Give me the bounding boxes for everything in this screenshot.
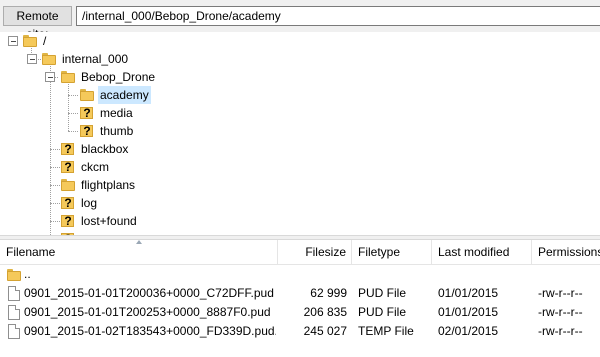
file-icon bbox=[8, 305, 20, 320]
filename-cell: 0901_2015-01-02T183543+0000_FD339D.pud.t… bbox=[24, 324, 276, 338]
collapse-root-icon[interactable] bbox=[8, 36, 18, 46]
tree-item-label: log bbox=[81, 196, 98, 210]
permissions-cell: -rw-r--r-- bbox=[538, 286, 583, 300]
filename-cell: .. bbox=[24, 267, 31, 281]
tree-connector bbox=[50, 149, 60, 150]
tree-item-label: blackbox bbox=[81, 142, 129, 156]
column-header-last-modified[interactable]: Last modified bbox=[432, 240, 532, 264]
tree-connector bbox=[68, 113, 78, 114]
tree-item-label: lost+found bbox=[81, 214, 137, 228]
tree-item-label: academy bbox=[98, 86, 151, 104]
column-header-permissions[interactable]: Permissions bbox=[532, 240, 600, 264]
tree-item-label: flightplans bbox=[81, 178, 136, 192]
folder-icon bbox=[60, 178, 76, 192]
unknown-folder-icon: ? bbox=[60, 214, 76, 228]
modified-cell: 01/01/2015 bbox=[438, 305, 499, 319]
sort-ascending-icon bbox=[136, 240, 142, 244]
column-header-filesize[interactable]: Filesize bbox=[278, 240, 352, 264]
permissions-cell: -rw-r--r-- bbox=[538, 324, 583, 338]
folder-icon bbox=[60, 70, 76, 84]
tree-item-label: Bebop_Drone bbox=[81, 70, 156, 84]
file-list-header: Filename Filesize Filetype Last modified… bbox=[0, 240, 600, 265]
modified-cell: 02/01/2015 bbox=[438, 324, 499, 338]
table-row[interactable]: 0901_2015-01-01T200036+0000_C72DFF.pud 6… bbox=[0, 284, 600, 303]
folder-icon bbox=[22, 34, 38, 48]
tree-item-label: media bbox=[100, 106, 133, 120]
tree-connector bbox=[50, 221, 60, 222]
filename-cell: 0901_2015-01-01T200253+0000_8887F0.pud bbox=[24, 305, 271, 319]
filesize-cell: 62 999 bbox=[310, 286, 347, 300]
tree-item-label: / bbox=[43, 34, 47, 48]
collapse-internal-icon[interactable] bbox=[27, 54, 37, 64]
parent-directory-row[interactable]: .. bbox=[0, 265, 600, 284]
remote-file-list[interactable]: Filename Filesize Filetype Last modified… bbox=[0, 240, 600, 357]
file-icon bbox=[8, 324, 20, 339]
table-row[interactable]: 0901_2015-01-01T200253+0000_8887F0.pud 2… bbox=[0, 303, 600, 322]
filetype-cell: PUD File bbox=[358, 286, 407, 300]
table-row[interactable]: 0901_2015-01-02T183543+0000_FD339D.pud.t… bbox=[0, 322, 600, 341]
remote-site-label: Remote site: bbox=[3, 6, 72, 41]
modified-cell: 01/01/2015 bbox=[438, 286, 499, 300]
column-header-filetype[interactable]: Filetype bbox=[352, 240, 432, 264]
tree-connector bbox=[50, 61, 51, 235]
remote-path-input[interactable]: /internal_000/Bebop_Drone/academy bbox=[76, 6, 600, 26]
collapse-bebop-icon[interactable] bbox=[45, 72, 55, 82]
unknown-folder-icon: ? bbox=[79, 124, 95, 138]
tree-item-label: thumb bbox=[100, 124, 134, 138]
unknown-folder-icon: ? bbox=[79, 106, 95, 120]
tree-connector bbox=[50, 185, 60, 186]
filetype-cell: PUD File bbox=[358, 305, 407, 319]
tree-connector bbox=[68, 131, 78, 132]
unknown-folder-icon: ? bbox=[60, 196, 76, 210]
filetype-cell: TEMP File bbox=[358, 324, 414, 338]
tree-connector bbox=[68, 95, 78, 96]
filename-cell: 0901_2015-01-01T200036+0000_C72DFF.pud bbox=[24, 286, 274, 300]
tree-connector bbox=[50, 203, 60, 204]
tree-connector bbox=[68, 79, 69, 131]
tree-connector bbox=[50, 167, 60, 168]
filesize-cell: 245 027 bbox=[303, 324, 347, 338]
folder-icon bbox=[6, 268, 22, 282]
tree-item-label: ckcm bbox=[81, 160, 109, 174]
unknown-folder-icon: ? bbox=[60, 160, 76, 174]
remote-directory-tree[interactable]: / internal_000 Bebop_Drone academy ? med… bbox=[0, 32, 600, 235]
remote-site-bar: Remote site: /internal_000/Bebop_Drone/a… bbox=[0, 0, 600, 41]
folder-icon bbox=[79, 88, 95, 102]
file-icon bbox=[8, 286, 20, 301]
tree-item-label: internal_000 bbox=[62, 52, 129, 66]
filesize-cell: 206 835 bbox=[303, 305, 347, 319]
unknown-folder-icon: ? bbox=[60, 142, 76, 156]
permissions-cell: -rw-r--r-- bbox=[538, 305, 583, 319]
folder-icon bbox=[41, 52, 57, 66]
